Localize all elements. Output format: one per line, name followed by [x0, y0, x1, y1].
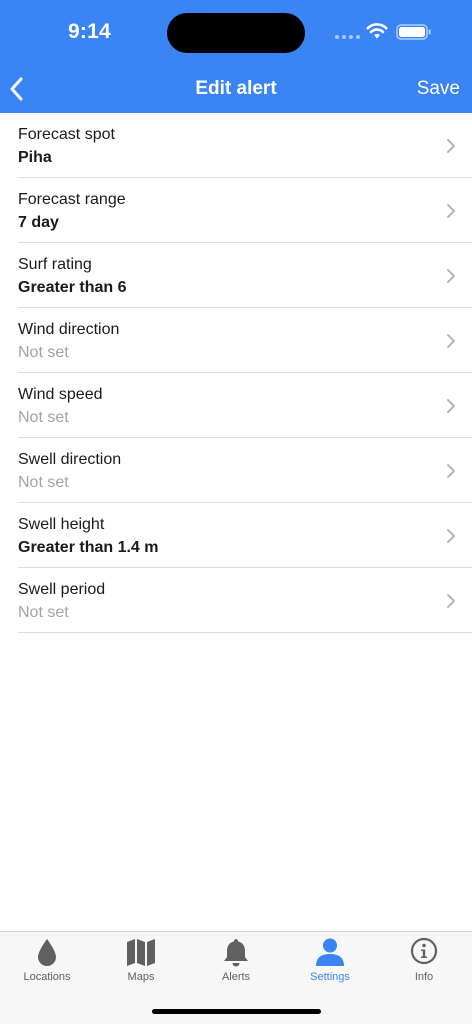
row-label: Wind speed — [18, 386, 103, 403]
list-item[interactable]: Swell direction Not set — [18, 438, 472, 503]
tab-label: Maps — [127, 971, 155, 983]
chevron-right-icon — [447, 399, 455, 413]
list-item[interactable]: Wind direction Not set — [18, 308, 472, 373]
row-value: Greater than 1.4 m — [18, 539, 159, 556]
list-item[interactable]: Swell period Not set — [18, 568, 472, 633]
list-item[interactable]: Surf rating Greater than 6 — [18, 243, 472, 308]
row-label: Surf rating — [18, 256, 92, 273]
page-title: Edit alert — [195, 78, 277, 99]
row-label: Forecast range — [18, 191, 126, 208]
chevron-right-icon — [447, 334, 455, 348]
chevron-right-icon — [447, 139, 455, 153]
row-label: Swell period — [18, 581, 106, 598]
status-time: 9:14 — [68, 20, 111, 43]
bell-icon — [222, 937, 250, 972]
row-label: Wind direction — [18, 321, 120, 338]
tab-label: Alerts — [221, 971, 251, 983]
tab-label: Locations — [23, 971, 71, 983]
tab-settings[interactable]: Settings — [283, 932, 377, 994]
tab-info[interactable]: Info — [377, 932, 471, 994]
chevron-right-icon — [447, 204, 455, 218]
alert-settings-list: Forecast spot Piha Forecast range 7 day Surf… — [18, 113, 472, 633]
list-item[interactable]: Wind speed Not set — [18, 373, 472, 438]
row-value: Piha — [18, 149, 52, 166]
row-value: Not set — [18, 604, 69, 621]
person-icon — [315, 937, 345, 972]
tab-locations[interactable]: Locations — [0, 932, 94, 994]
list-item[interactable]: Swell height Greater than 1.4 m — [18, 503, 472, 568]
tab-maps[interactable]: Maps — [94, 932, 188, 994]
row-value: Not set — [18, 474, 69, 491]
row-value: Not set — [18, 344, 69, 361]
row-value: 7 day — [18, 214, 59, 231]
row-label: Forecast spot — [18, 126, 115, 143]
chevron-right-icon — [447, 464, 455, 478]
signal-icon — [335, 35, 360, 39]
home-indicator — [152, 1009, 321, 1014]
tab-alerts[interactable]: Alerts — [189, 932, 283, 994]
list-item[interactable]: Forecast range 7 day — [18, 178, 472, 243]
edit-alert-screen: 9:14 Edit alert Save Forecast spot Piha Fo… — [0, 0, 472, 1024]
battery-icon — [396, 24, 431, 40]
map-icon — [126, 937, 156, 972]
tab-label: Settings — [310, 971, 350, 983]
wifi-icon — [366, 23, 388, 39]
tab-label: Info — [414, 971, 434, 983]
row-value: Greater than 6 — [18, 279, 127, 296]
save-button[interactable]: Save — [417, 78, 460, 100]
chevron-right-icon — [447, 529, 455, 543]
row-value: Not set — [18, 409, 69, 426]
dynamic-island — [167, 13, 305, 53]
row-label: Swell height — [18, 516, 105, 533]
info-icon — [410, 937, 438, 970]
row-label: Swell direction — [18, 451, 122, 468]
drop-icon — [36, 937, 58, 972]
chevron-right-icon — [447, 269, 455, 283]
list-item[interactable]: Forecast spot Piha — [18, 113, 472, 178]
chevron-right-icon — [447, 594, 455, 608]
header-bar: 9:14 Edit alert Save — [0, 0, 472, 113]
